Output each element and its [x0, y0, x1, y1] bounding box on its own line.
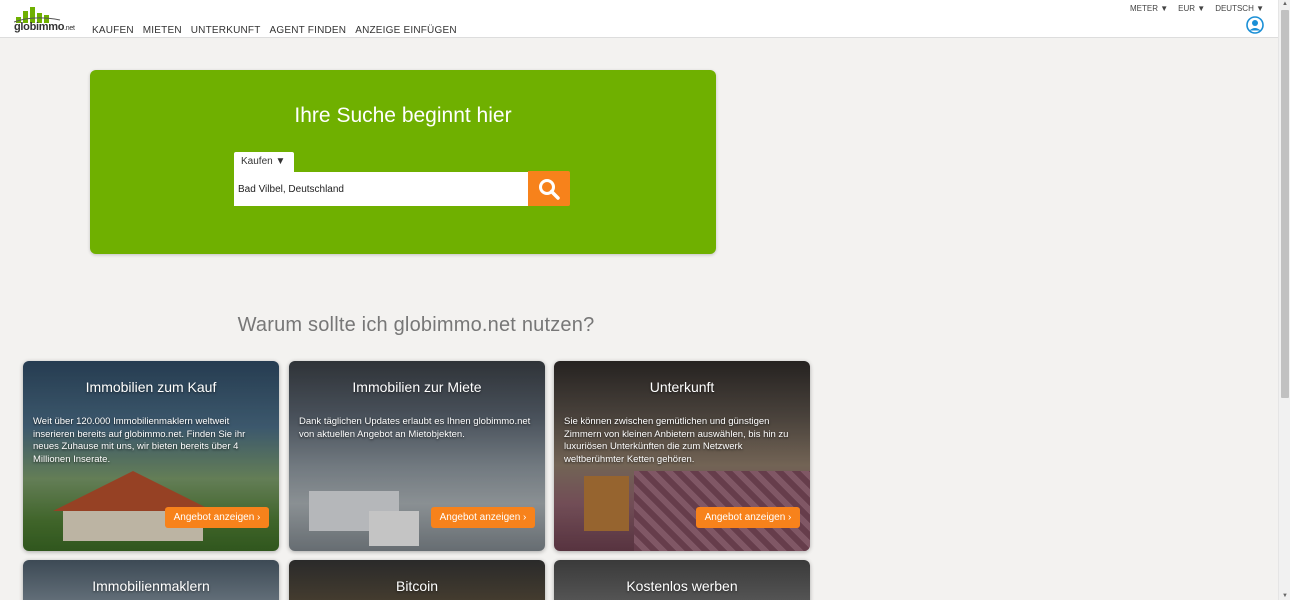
card-title: Immobilien zur Miete	[352, 379, 482, 395]
hero-title: Ihre Suche beginnt hier	[294, 104, 512, 127]
card-bitcoin[interactable]: Bitcoin	[289, 560, 545, 600]
user-account-icon[interactable]	[1246, 16, 1264, 34]
language-dropdown[interactable]: DEUTSCH ▼	[1215, 4, 1264, 13]
card-title: Immobilien zum Kauf	[85, 379, 217, 395]
top-header: globimmo.net KAUFEN MIETEN UNTERKUNFT AG…	[0, 0, 1278, 38]
card-title: Kostenlos werben	[626, 578, 738, 594]
search-icon	[539, 179, 560, 200]
card-title: Unterkunft	[649, 379, 715, 395]
nav-mieten[interactable]: MIETEN	[143, 25, 182, 36]
angebot-anzeigen-button[interactable]: Angebot anzeigen ›	[696, 507, 800, 528]
logo-text: globimmo	[14, 21, 65, 33]
card-text: Weit über 120.000 Immobilienmaklern welt…	[33, 416, 246, 465]
scroll-down-arrow-icon[interactable]: ▼	[1282, 593, 1288, 599]
scroll-thumb[interactable]	[1281, 10, 1289, 398]
page-scrollbar[interactable]: ▲ ▼	[1278, 0, 1290, 600]
section-title: Warum sollte ich globimmo.net nutzen?	[237, 314, 595, 336]
card-immobilienmaklern[interactable]: Immobilienmaklern	[23, 560, 279, 600]
search-button[interactable]	[528, 171, 570, 206]
nav-agent-finden[interactable]: AGENT FINDEN	[270, 25, 347, 36]
units-dropdown[interactable]: METER ▼	[1130, 4, 1168, 13]
nav-anzeige-einfuegen[interactable]: ANZEIGE EINFÜGEN	[355, 25, 457, 36]
nav-kaufen[interactable]: KAUFEN	[92, 25, 134, 36]
card-kostenlos-werben[interactable]: Kostenlos werben	[554, 560, 810, 600]
settings-bar: METER ▼ EUR ▼ DEUTSCH ▼	[1130, 4, 1264, 13]
location-search-input[interactable]	[234, 172, 528, 206]
search-mode-dropdown[interactable]: Kaufen ▼	[234, 152, 294, 172]
card-immobilien-miete[interactable]: Immobilien zur Miete Dank täglichen Upda…	[289, 361, 545, 551]
card-unterkunft[interactable]: Unterkunft Sie können zwischen gemütlich…	[554, 361, 810, 551]
angebot-anzeigen-button[interactable]: Angebot anzeigen ›	[165, 507, 269, 528]
nav-unterkunft[interactable]: UNTERKUNFT	[191, 25, 261, 36]
card-immobilien-kauf[interactable]: Immobilien zum Kauf Weit über 120.000 Im…	[23, 361, 279, 551]
card-text: Sie können zwischen gemütlichen und güns…	[564, 416, 789, 465]
globimmo-logo[interactable]: globimmo.net	[14, 5, 84, 35]
currency-dropdown[interactable]: EUR ▼	[1178, 4, 1205, 13]
card-title: Bitcoin	[395, 578, 439, 594]
scroll-up-arrow-icon[interactable]: ▲	[1282, 1, 1288, 7]
main-nav: KAUFEN MIETEN UNTERKUNFT AGENT FINDEN AN…	[92, 25, 466, 36]
logo-suffix: .net	[64, 25, 75, 32]
card-text: Dank täglichen Updates erlaubt es Ihnen …	[299, 416, 531, 440]
search-hero: Ihre Suche beginnt hier Kaufen ▼	[90, 70, 716, 254]
card-title: Immobilienmaklern	[92, 578, 210, 594]
angebot-anzeigen-button[interactable]: Angebot anzeigen ›	[431, 507, 535, 528]
